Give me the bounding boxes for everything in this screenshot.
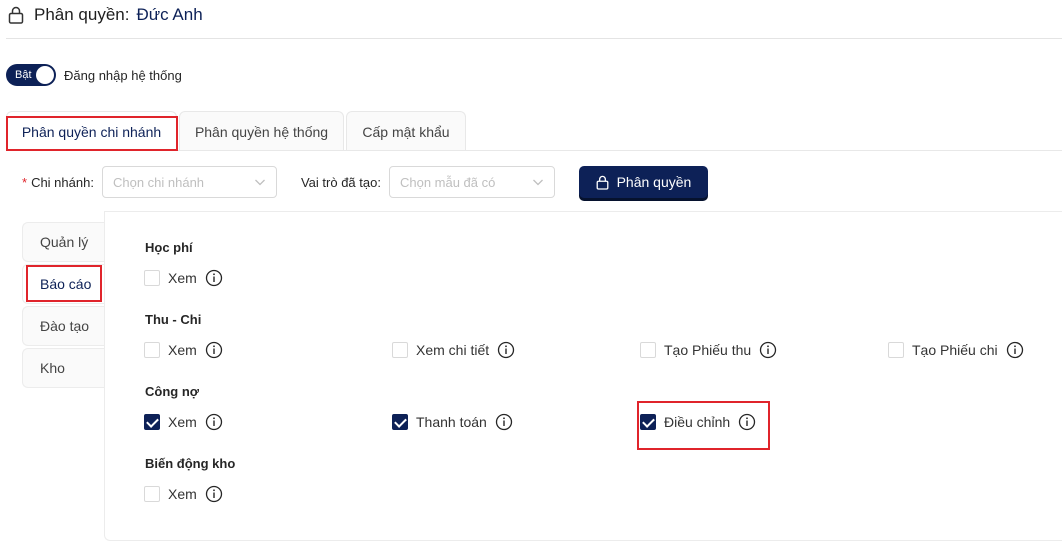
tab-system-permission[interactable]: Phân quyền hệ thống [179,111,344,151]
branch-label-text: Chi nhánh [31,174,91,190]
role-label: Vai trò đã tạo: [301,175,381,190]
perm-item[interactable]: Tạo Phiếu chi [888,340,1024,360]
permission-panel [104,211,1062,541]
branch-select-placeholder: Chọn chi nhánh [112,174,205,190]
perm-label: Xem [168,342,197,358]
required-mark: * [22,174,28,190]
role-label-text: Vai trò đã tạo [300,174,378,190]
role-select[interactable]: Chọn mẫu đã có [388,166,555,198]
lock-icon [596,175,609,190]
highlight-box-side-tab [26,265,102,302]
perm-label: Xem [168,486,197,502]
perm-item[interactable]: Xem [144,412,223,432]
role-select-placeholder: Chọn mẫu đã có [399,174,496,190]
checkbox[interactable] [392,342,408,358]
checkbox-checked[interactable] [392,414,408,430]
switch-label: Bật [15,69,32,81]
chevron-down-icon [533,179,543,186]
login-toggle-row: Bật Đăng nhập hệ thống [6,64,182,86]
checkbox[interactable] [144,486,160,502]
perm-label: Thanh toán [416,414,487,430]
perm-item[interactable]: Xem chi tiết [392,340,515,360]
info-icon[interactable] [1006,341,1024,359]
checkbox[interactable] [640,342,656,358]
perm-label: Tạo Phiếu thu [664,342,752,358]
tabs-divider [177,150,1062,151]
chevron-down-icon [255,179,265,186]
info-icon[interactable] [205,341,223,359]
checkbox[interactable] [888,342,904,358]
group-title-income-expense: Thu - Chi [145,312,202,327]
info-icon[interactable] [759,341,777,359]
branch-select[interactable]: Chọn chi nhánh [101,166,277,198]
group-title-tuition: Học phí [145,240,193,255]
branch-label-colon: : [90,174,94,190]
filter-row: * Chi nhánh: Chọn chi nhánh Vai trò đã t… [22,166,708,198]
login-switch[interactable]: Bật [6,64,56,86]
perm-label: Xem chi tiết [416,342,490,358]
perm-item[interactable]: Xem [144,340,223,360]
lock-icon [8,6,24,24]
side-tabs: Quản lý Báo cáo Đào tạo Kho [22,222,105,390]
highlight-box-adjust [637,401,770,450]
page-title-user: Đức Anh [136,5,203,24]
info-icon[interactable] [497,341,515,359]
perm-item[interactable]: Tạo Phiếu thu [640,340,777,360]
checkbox[interactable] [144,342,160,358]
highlight-box-tab [6,116,178,151]
header-divider [6,38,1062,39]
switch-knob [36,66,54,84]
info-icon[interactable] [495,413,513,431]
perm-item[interactable]: Xem [144,268,223,288]
side-tab-training[interactable]: Đào tạo [22,306,105,346]
perm-item[interactable]: Xem [144,484,223,504]
checkbox[interactable] [144,270,160,286]
info-icon[interactable] [205,269,223,287]
branch-label: Chi nhánh: [31,175,94,190]
perm-label: Xem [168,414,197,430]
checkbox-checked[interactable] [144,414,160,430]
info-icon[interactable] [205,485,223,503]
info-icon[interactable] [205,413,223,431]
group-title-stock-movement: Biến động kho [145,456,236,471]
page-title-prefix: Phân quyền: [34,5,130,24]
page-header: Phân quyền: Đức Anh [8,4,203,26]
role-label-colon: : [377,174,381,190]
grant-permission-button[interactable]: Phân quyền [578,166,708,198]
side-tab-management[interactable]: Quản lý [22,222,105,262]
perm-label: Tạo Phiếu chi [912,342,998,358]
perm-label: Xem [168,270,197,286]
tab-password[interactable]: Cấp mật khẩu [346,111,466,151]
side-tab-warehouse[interactable]: Kho [22,348,105,388]
login-label: Đăng nhập hệ thống [64,67,182,83]
perm-item[interactable]: Thanh toán [392,412,513,432]
grant-permission-label: Phân quyền [616,174,692,190]
group-title-debt: Công nợ [145,384,200,399]
